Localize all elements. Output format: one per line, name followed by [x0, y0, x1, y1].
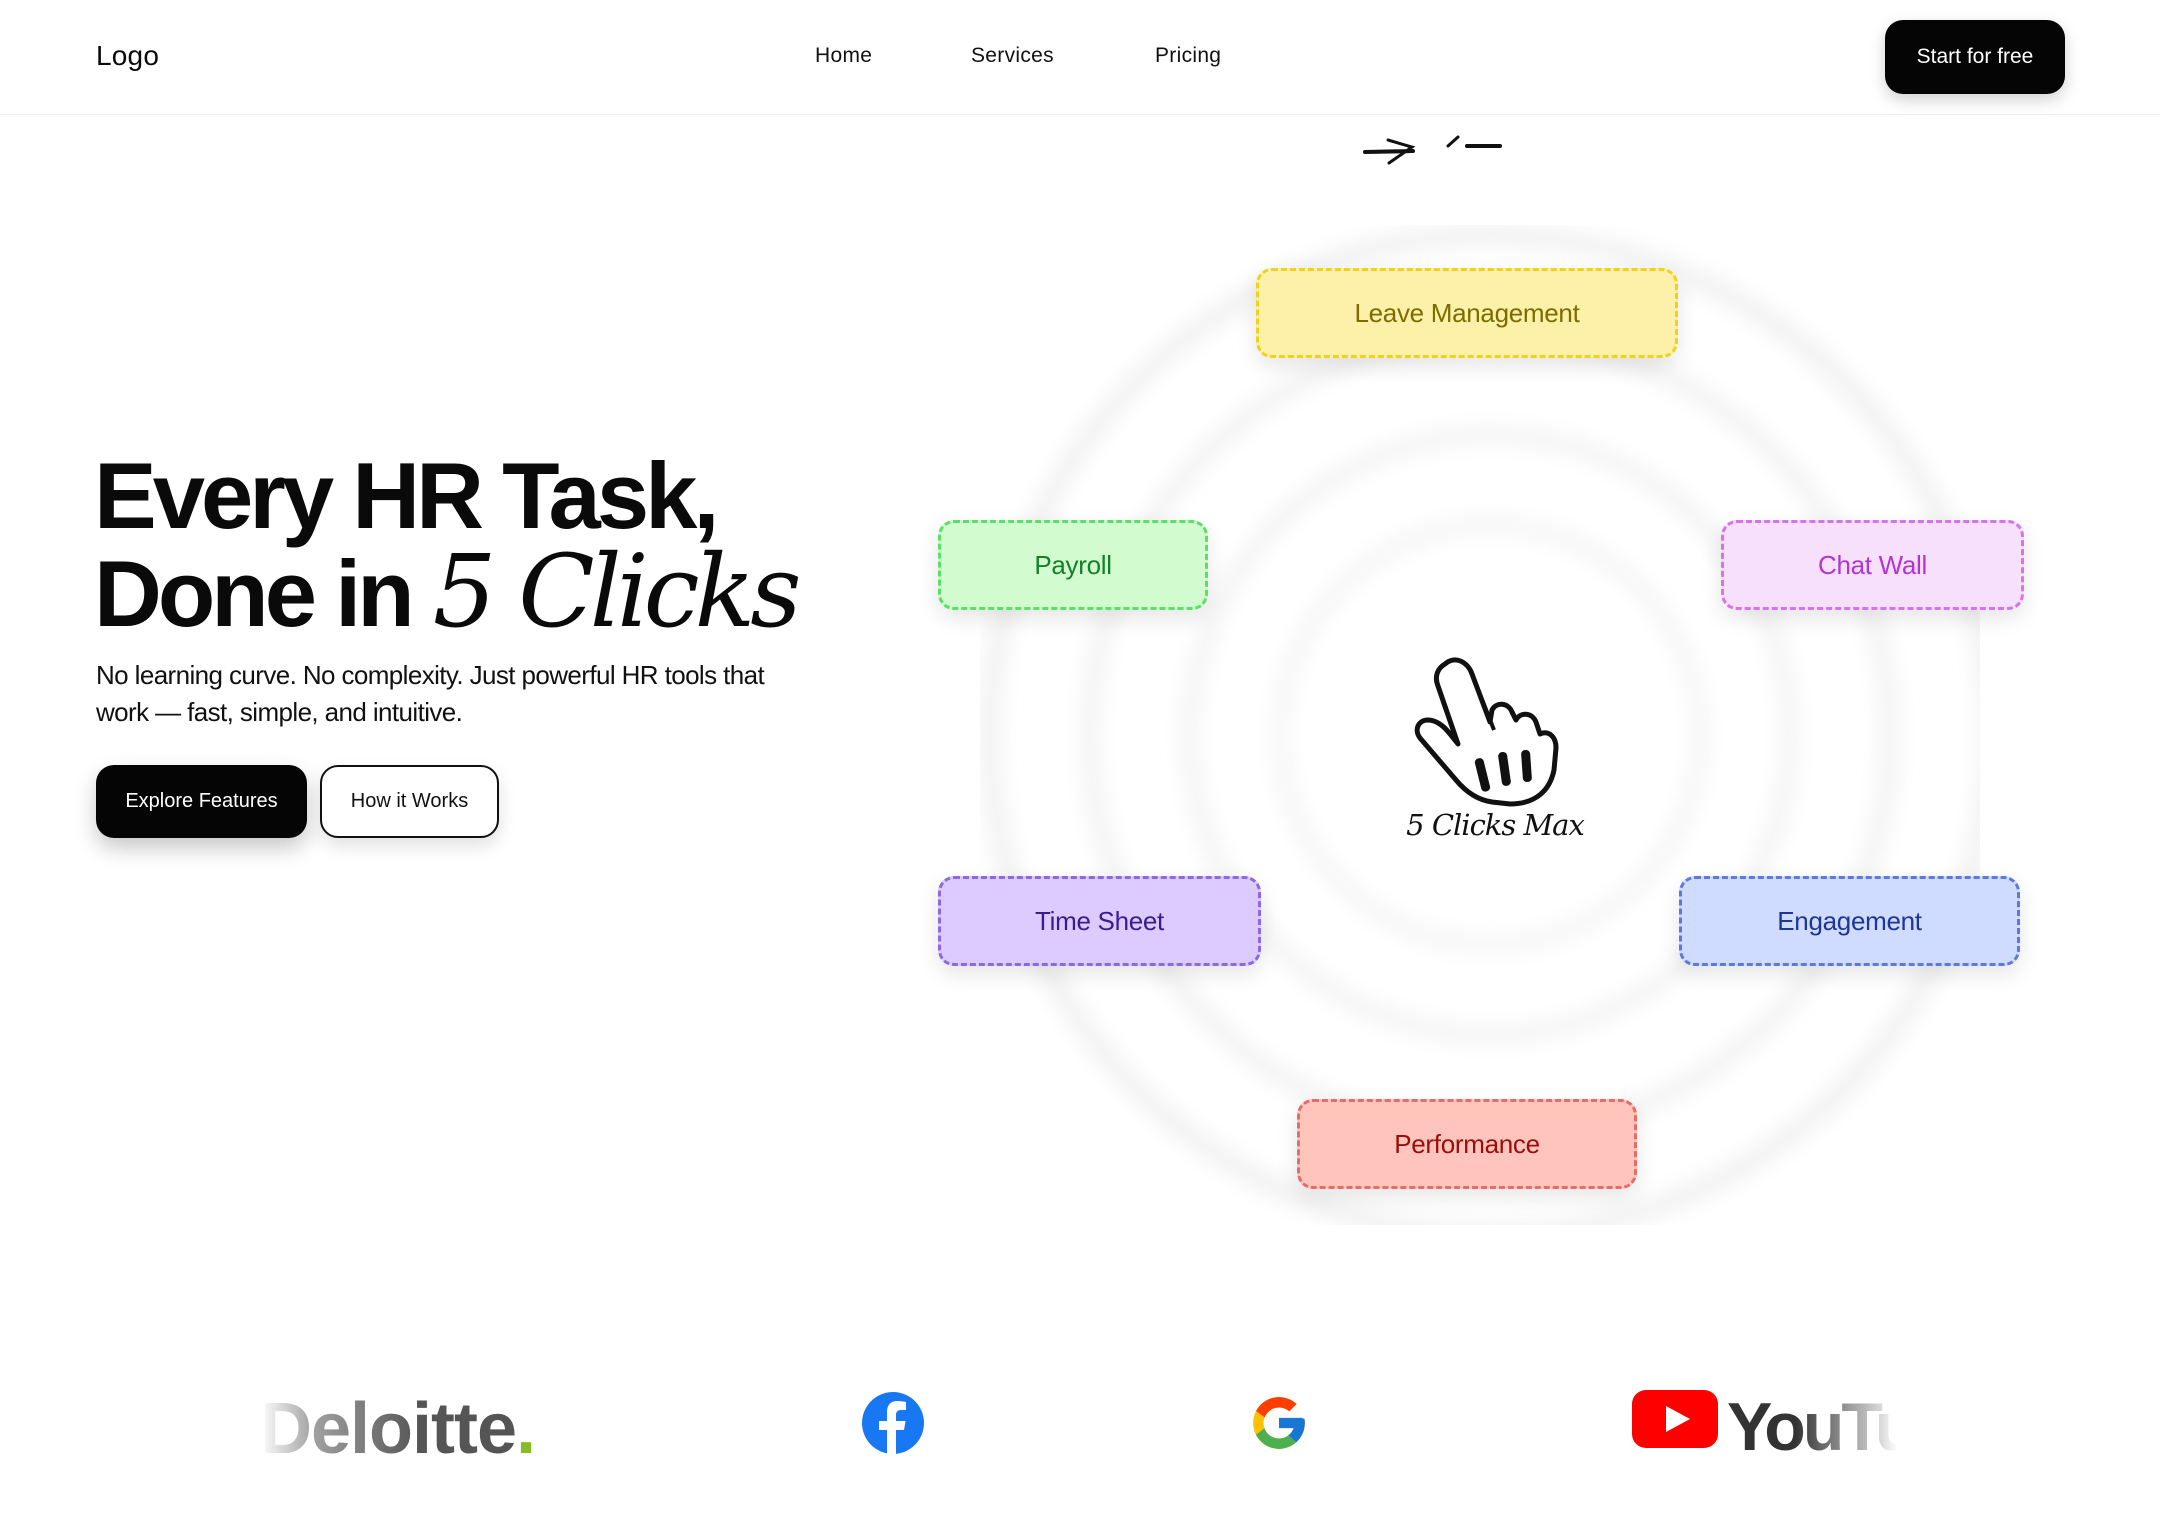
deloitte-wordmark: Deloitte: [260, 1389, 517, 1469]
module-engagement[interactable]: Engagement: [1679, 876, 2020, 966]
hero-title-script: 5 Clicks: [432, 533, 802, 650]
hero-title: Every HR Task, Done in 5 Clicks: [94, 448, 814, 642]
deloitte-logo: Deloitte.: [260, 1389, 536, 1469]
start-for-free-button[interactable]: Start for free: [1885, 20, 2065, 94]
clicks-max-label: 5 Clicks Max: [1406, 808, 1585, 842]
hand-cursor-icon: [1414, 657, 1559, 807]
nav-links: Home Services Pricing: [0, 0, 2160, 115]
nav-link-home[interactable]: Home: [815, 44, 872, 68]
how-it-works-button[interactable]: How it Works: [320, 765, 499, 838]
scribble-decoration: [1363, 135, 1502, 165]
youtube-wordmark: YouTube: [1727, 1389, 1897, 1465]
partner-logo-strip: Deloitte. YouTube: [0, 1370, 2160, 1480]
youtube-logo: YouTube: [1632, 1388, 1897, 1465]
youtube-play-icon: [1632, 1390, 1718, 1448]
module-performance[interactable]: Performance: [1297, 1099, 1637, 1189]
google-icon: [1253, 1397, 1305, 1449]
hero-title-line1: Every HR Task,: [94, 443, 720, 548]
explore-features-button[interactable]: Explore Features: [96, 765, 307, 838]
module-chat-wall[interactable]: Chat Wall: [1721, 520, 2024, 610]
hero-title-line2: Done in 5 Clicks: [94, 542, 814, 642]
nav-link-services[interactable]: Services: [971, 44, 1054, 68]
nav-link-pricing[interactable]: Pricing: [1155, 44, 1221, 68]
module-time-sheet[interactable]: Time Sheet: [938, 876, 1261, 966]
module-payroll[interactable]: Payroll: [938, 520, 1208, 610]
hero-title-prefix: Done in: [94, 541, 433, 646]
module-leave-management[interactable]: Leave Management: [1256, 268, 1678, 358]
hero-subtitle: No learning curve. No complexity. Just p…: [96, 660, 765, 727]
facebook-icon: [862, 1392, 924, 1454]
top-navigation: Logo Home Services Pricing Start for fre…: [0, 0, 2160, 115]
